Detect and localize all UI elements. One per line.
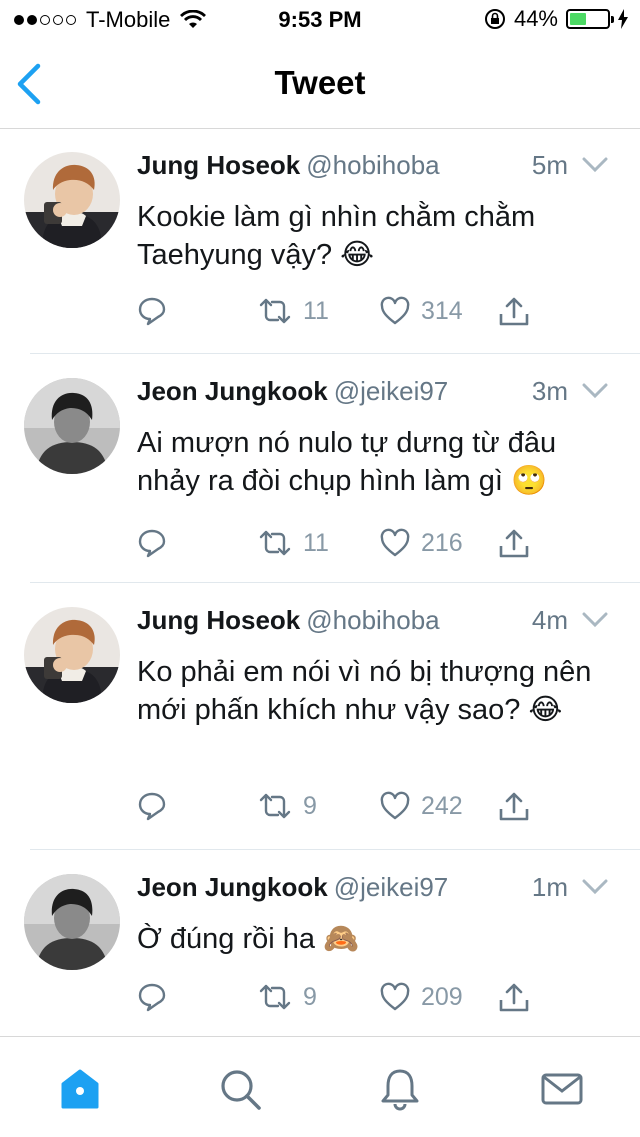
tweet-time: 1m bbox=[531, 872, 568, 902]
battery-percent: 44% bbox=[513, 6, 558, 31]
retweet-icon bbox=[259, 984, 291, 1010]
share-button[interactable] bbox=[497, 982, 531, 1014]
share-icon bbox=[499, 792, 529, 821]
orientation-lock-icon bbox=[484, 9, 505, 29]
like-button[interactable]: 209 bbox=[379, 982, 463, 1012]
tweet-time: 4m bbox=[531, 605, 568, 635]
share-button[interactable] bbox=[497, 296, 531, 328]
tweet-actions: 11 216 bbox=[137, 528, 557, 568]
battery-info: 44% bbox=[484, 6, 628, 32]
author-name[interactable]: Jung Hoseok bbox=[137, 605, 300, 635]
avatar[interactable] bbox=[24, 607, 120, 703]
tweet[interactable]: Jeon Jungkook @jeikei97 1m Ờ đúng rồi ha … bbox=[0, 850, 640, 1036]
like-count: 216 bbox=[421, 528, 463, 557]
reply-button[interactable] bbox=[137, 296, 167, 326]
retweet-button[interactable]: 9 bbox=[257, 982, 317, 1012]
reply-button[interactable] bbox=[137, 982, 167, 1012]
like-count: 209 bbox=[421, 982, 463, 1011]
tweet-text: Ờ đúng rồi ha 🙈 bbox=[137, 923, 360, 955]
retweet-icon bbox=[259, 530, 291, 556]
share-icon bbox=[499, 297, 529, 326]
retweet-count: 11 bbox=[303, 528, 329, 557]
reply-icon bbox=[138, 792, 166, 821]
heart-icon bbox=[380, 296, 410, 325]
chevron-down-icon[interactable] bbox=[582, 156, 608, 174]
tweet[interactable]: Jung Hoseok @hobihoba 4m Ko phải em nói v… bbox=[0, 583, 640, 850]
like-count: 242 bbox=[421, 791, 463, 820]
retweet-icon bbox=[259, 793, 291, 819]
home-icon[interactable] bbox=[56, 1065, 104, 1113]
messages-icon[interactable] bbox=[538, 1065, 586, 1113]
retweet-count: 11 bbox=[303, 296, 329, 325]
retweet-button[interactable]: 11 bbox=[257, 528, 329, 558]
reply-icon bbox=[138, 529, 166, 558]
reply-button[interactable] bbox=[137, 791, 167, 821]
tweet-time: 5m bbox=[531, 150, 568, 180]
avatar[interactable] bbox=[24, 874, 120, 970]
heart-icon bbox=[380, 982, 410, 1011]
chevron-down-icon[interactable] bbox=[582, 878, 608, 896]
tab-bar bbox=[0, 1036, 640, 1137]
notifications-icon[interactable] bbox=[376, 1065, 424, 1113]
share-button[interactable] bbox=[497, 791, 531, 823]
status-bar: T-Mobile 9:53 PM 44% bbox=[0, 0, 640, 40]
author-handle[interactable]: @hobihoba bbox=[306, 605, 439, 635]
author-name[interactable]: Jung Hoseok bbox=[137, 150, 300, 180]
tweet-time: 3m bbox=[531, 376, 568, 406]
retweet-count: 9 bbox=[303, 982, 317, 1011]
reply-icon bbox=[138, 983, 166, 1012]
tweet-actions: 9 209 bbox=[137, 982, 557, 1022]
search-icon[interactable] bbox=[216, 1065, 264, 1113]
share-icon bbox=[499, 529, 529, 558]
battery-icon bbox=[566, 9, 614, 29]
retweet-button[interactable]: 11 bbox=[257, 296, 329, 326]
tweet-header: Jung Hoseok @hobihoba 4m bbox=[137, 605, 608, 641]
tweet-header: Jeon Jungkook @jeikei97 1m bbox=[137, 872, 608, 908]
reply-icon bbox=[138, 297, 166, 326]
like-count: 314 bbox=[421, 296, 463, 325]
page-title: Tweet bbox=[274, 64, 366, 101]
heart-icon bbox=[380, 791, 410, 820]
avatar[interactable] bbox=[24, 152, 120, 248]
author-name[interactable]: Jeon Jungkook bbox=[137, 376, 328, 406]
retweet-button[interactable]: 9 bbox=[257, 791, 317, 821]
author-handle[interactable]: @jeikei97 bbox=[334, 376, 449, 406]
tweet-text: Kookie làm gì nhìn chằm chằm Taehyung vậ… bbox=[137, 201, 536, 271]
reply-button[interactable] bbox=[137, 528, 167, 558]
share-icon bbox=[499, 983, 529, 1012]
share-button[interactable] bbox=[497, 528, 531, 560]
tweet-header: Jeon Jungkook @jeikei97 3m bbox=[137, 376, 608, 412]
retweet-count: 9 bbox=[303, 791, 317, 820]
navigation-bar: Tweet bbox=[0, 40, 640, 129]
author-handle[interactable]: @hobihoba bbox=[306, 150, 439, 180]
author-name[interactable]: Jeon Jungkook bbox=[137, 872, 328, 902]
tweet-header: Jung Hoseok @hobihoba 5m bbox=[137, 150, 608, 186]
retweet-icon bbox=[259, 298, 291, 324]
chevron-down-icon[interactable] bbox=[582, 611, 608, 629]
tweet-actions: 11 314 bbox=[137, 296, 557, 336]
charging-bolt-icon bbox=[618, 9, 628, 29]
heart-icon bbox=[380, 528, 410, 557]
tweet-text: Ko phải em nói vì nó bị thượng nên mới p… bbox=[137, 656, 592, 726]
tweet[interactable]: Jung Hoseok @hobihoba 5m Kookie làm gì nh… bbox=[0, 128, 640, 354]
tweet[interactable]: Jeon Jungkook @jeikei97 3m Ai mượn nó nul… bbox=[0, 354, 640, 583]
like-button[interactable]: 314 bbox=[379, 296, 463, 326]
avatar[interactable] bbox=[24, 378, 120, 474]
author-handle[interactable]: @jeikei97 bbox=[334, 872, 449, 902]
tweet-actions: 9 242 bbox=[137, 791, 557, 831]
like-button[interactable]: 216 bbox=[379, 528, 463, 558]
chevron-down-icon[interactable] bbox=[582, 382, 608, 400]
tweet-text: Ai mượn nó nulo tự dưng từ đâu nhảy ra đ… bbox=[137, 427, 557, 497]
like-button[interactable]: 242 bbox=[379, 791, 463, 821]
